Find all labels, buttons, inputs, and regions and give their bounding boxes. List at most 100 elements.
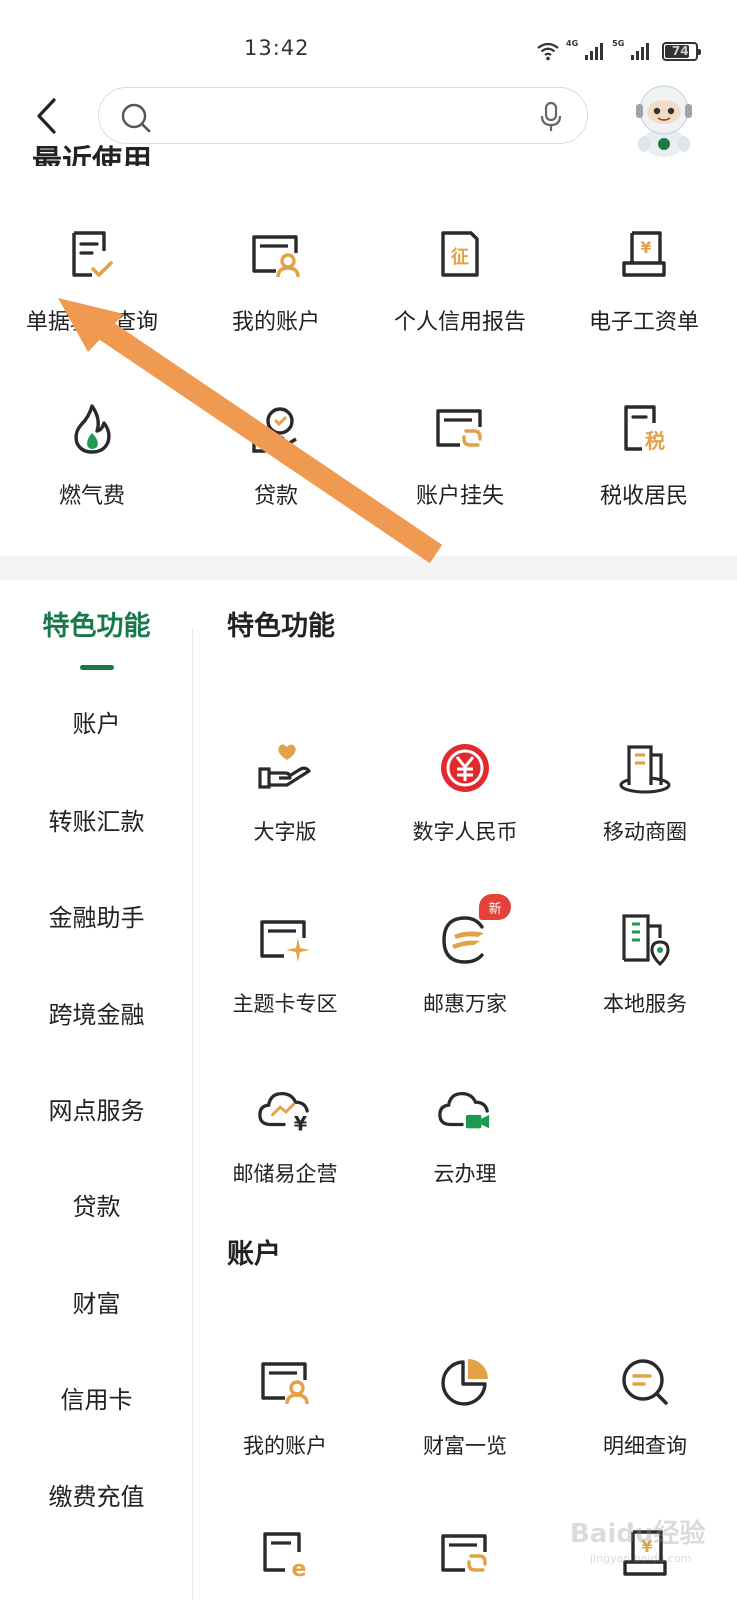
svg-text:jingyan.baidu.com: jingyan.baidu.com [589, 1552, 692, 1565]
featured-section-title: 特色功能 [227, 611, 335, 642]
recent-item-label: 燃气费 [58, 484, 125, 509]
recent-item-tax-resident[interactable]: 税 税收居民 [552, 402, 736, 510]
account-item-wealth-overview[interactable]: 财富一览 [375, 1354, 555, 1460]
network-type-2: 5G [612, 39, 625, 48]
account-card-icon [250, 228, 302, 282]
postal-benefit-icon: 新 [437, 894, 511, 968]
theme-card-icon [257, 912, 313, 968]
feature-item-cloud-handling[interactable]: 云办理 [375, 1082, 555, 1188]
feature-item-postal-benefit[interactable]: 新 邮惠万家 [375, 894, 555, 1018]
recent-item-label: 我的账户 [231, 310, 320, 335]
payslip-icon: ¥ [618, 228, 670, 282]
account-lock-icon [434, 402, 486, 456]
recent-item-loan[interactable]: 贷款 [184, 402, 368, 510]
heart-hand-icon [257, 740, 313, 796]
nav-item-wealth[interactable]: 财富 [0, 1284, 193, 1319]
cloud-video-icon [437, 1082, 493, 1138]
new-badge: 新 [479, 894, 511, 920]
recent-item-document-verify[interactable]: 单据验证查询 [0, 228, 184, 336]
section-divider [0, 556, 737, 580]
feature-item-label: 本地服务 [603, 992, 687, 1016]
recent-item-label: 单据验证查询 [25, 310, 158, 335]
account-item-my-account[interactable]: 我的账户 [195, 1354, 375, 1460]
feature-item-label: 邮惠万家 [423, 992, 507, 1016]
status-time: 13:42 [244, 36, 310, 60]
feature-item-label: 移动商圈 [603, 820, 687, 844]
feature-item-mobile-business[interactable]: 移动商圈 [555, 740, 735, 846]
recent-item-label: 账户挂失 [415, 484, 504, 509]
feature-item-local-service[interactable]: 本地服务 [555, 912, 735, 1018]
account-section-title: 账户 [227, 1239, 281, 1270]
account-item-label: 明细查询 [603, 1434, 687, 1458]
nav-active-indicator [80, 665, 114, 670]
svg-text:税: 税 [645, 429, 665, 453]
battery-indicator: 74 [662, 41, 702, 61]
microphone-icon[interactable] [539, 101, 563, 133]
assistant-avatar[interactable] [626, 80, 702, 160]
feature-item-label: 数字人民币 [412, 820, 518, 844]
account-card-icon [257, 1354, 313, 1410]
account-item-partial-2[interactable] [375, 1526, 555, 1582]
feature-item-label: 邮储易企营 [232, 1162, 338, 1186]
account-lock-icon [437, 1526, 493, 1582]
account-item-label: 财富一览 [423, 1434, 507, 1458]
account-item-partial-1[interactable]: e [195, 1526, 375, 1582]
feature-item-digital-rmb[interactable]: 数字人民币 [375, 740, 555, 846]
pie-chart-icon [437, 1354, 493, 1410]
search-input[interactable] [98, 87, 588, 144]
nav-item-cross-border[interactable]: 跨境金融 [0, 995, 193, 1030]
store-building-icon [617, 740, 673, 796]
account-item-label: 我的账户 [243, 1434, 327, 1458]
nav-item-credit-card[interactable]: 信用卡 [0, 1380, 193, 1415]
nav-divider [192, 628, 193, 1600]
digital-rmb-icon [437, 740, 493, 796]
signal-icon [631, 43, 650, 60]
nav-item-branch-service[interactable]: 网点服务 [0, 1091, 193, 1126]
recent-item-label: 电子工资单 [588, 310, 699, 335]
status-icons: 4G 5G 74 [536, 38, 702, 64]
recent-item-report-loss[interactable]: 账户挂失 [368, 402, 552, 510]
document-check-icon [66, 228, 118, 282]
account-item-detail-query[interactable]: 明细查询 [555, 1354, 735, 1460]
nav-item-loan[interactable]: 贷款 [0, 1187, 193, 1222]
recent-item-label: 个人信用报告 [393, 310, 526, 335]
search-icon[interactable] [119, 101, 153, 135]
network-type-1: 4G [566, 39, 579, 48]
battery-percent: 74 [671, 44, 689, 58]
feature-item-enterprise[interactable]: ¥ 邮储易企营 [195, 1082, 375, 1188]
svg-text:Baidu经验: Baidu经验 [570, 1518, 705, 1549]
recent-item-e-payslip[interactable]: ¥ 电子工资单 [552, 228, 736, 336]
recent-item-gas-fee[interactable]: 燃气费 [0, 402, 184, 510]
svg-text:¥: ¥ [294, 1112, 308, 1135]
nav-item-bill-payment[interactable]: 缴费充值 [0, 1477, 193, 1512]
cloud-yuan-icon: ¥ [257, 1082, 313, 1138]
search-detail-icon [617, 1354, 673, 1410]
recent-item-label: 贷款 [253, 484, 298, 509]
gas-flame-icon [66, 402, 118, 456]
loan-icon [250, 402, 302, 456]
nav-item-transfer[interactable]: 转账汇款 [0, 802, 193, 837]
nav-item-financial-assistant[interactable]: 金融助手 [0, 898, 193, 933]
feature-item-label: 大字版 [253, 820, 317, 844]
chevron-left-icon [37, 98, 56, 134]
local-service-icon [617, 912, 673, 968]
tax-icon: 税 [618, 402, 670, 456]
recent-section-title: 最近使用 [32, 144, 152, 166]
baidu-watermark-logo: Baidu经验 jingyan.baidu.com [570, 1518, 705, 1565]
svg-text:¥: ¥ [640, 238, 651, 257]
recent-item-my-account[interactable]: 我的账户 [184, 228, 368, 336]
feature-item-large-font[interactable]: 大字版 [195, 740, 375, 846]
e-account-icon: e [257, 1526, 313, 1582]
nav-item-featured[interactable]: 特色功能 [0, 604, 193, 643]
feature-item-theme-card[interactable]: 主题卡专区 [195, 912, 375, 1018]
signal-icon [585, 43, 604, 60]
nav-item-account[interactable]: 账户 [0, 704, 193, 739]
robot-avatar-icon [636, 85, 692, 157]
feature-item-label: 主题卡专区 [232, 992, 338, 1016]
recent-item-credit-report[interactable]: 征 个人信用报告 [368, 228, 552, 336]
svg-text:征: 征 [451, 246, 469, 268]
feature-item-label: 云办理 [433, 1162, 497, 1186]
svg-text:e: e [292, 1557, 307, 1578]
recent-grid: 单据验证查询 我的账户 征 个人信用报告 ¥ 电子工资单 燃气费 贷款 账户挂失… [0, 228, 737, 510]
recent-item-label: 税收居民 [599, 484, 688, 509]
